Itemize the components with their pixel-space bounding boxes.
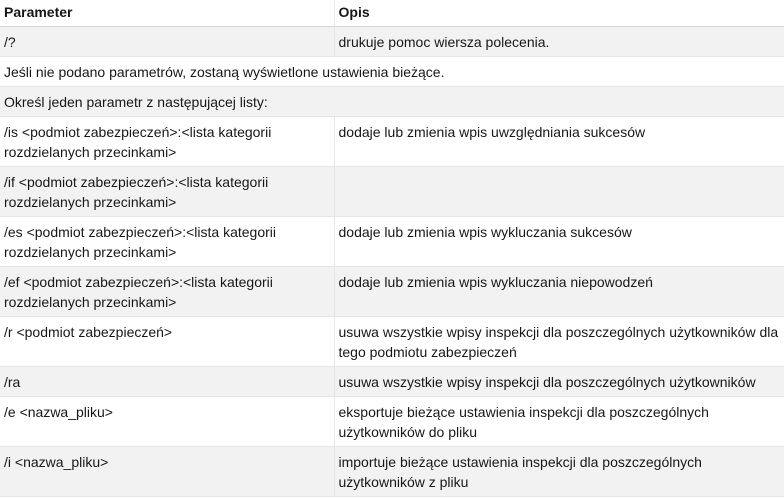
- param-cell: /ef <podmiot zabezpieczeń>:<lista katego…: [0, 266, 335, 317]
- description-cell: dodaje lub zmienia wpis wykluczania niep…: [334, 266, 784, 317]
- parameters-table: Parameter Opis /? drukuje pomoc wiersza …: [0, 0, 784, 497]
- table-row: /ef <podmiot zabezpieczeń>:<lista katego…: [0, 266, 784, 317]
- header-parameter: Parameter: [0, 0, 335, 27]
- param-cell: /r <podmiot zabezpieczeń>: [0, 316, 335, 367]
- param-cell: /e <nazwa_pliku>: [0, 396, 335, 447]
- description-cell: [334, 166, 784, 217]
- table-row: /is <podmiot zabezpieczeń>:<lista katego…: [0, 116, 784, 167]
- param-cell: /es <podmiot zabezpieczeń>:<lista katego…: [0, 216, 335, 267]
- description-cell: eksportuje bieżące ustawienia inspekcji …: [334, 396, 784, 447]
- table-row: Określ jeden parametr z następującej lis…: [0, 86, 784, 117]
- param-cell: /i <nazwa_pliku>: [0, 446, 335, 497]
- description-cell: importuje bieżące ustawienia inspekcji d…: [334, 446, 784, 497]
- description-cell: dodaje lub zmienia wpis uwzględniania su…: [334, 116, 784, 167]
- note-cell: Jeśli nie podano parametrów, zostaną wyś…: [0, 56, 784, 87]
- param-cell: /ra: [0, 366, 335, 397]
- param-cell: /?: [0, 26, 335, 57]
- description-cell: drukuje pomoc wiersza polecenia.: [334, 26, 784, 57]
- table-row: /? drukuje pomoc wiersza polecenia.: [0, 26, 784, 57]
- table-row: Jeśli nie podano parametrów, zostaną wyś…: [0, 56, 784, 87]
- table-header-row: Parameter Opis: [0, 0, 784, 27]
- header-description: Opis: [334, 0, 784, 27]
- table-row: /es <podmiot zabezpieczeń>:<lista katego…: [0, 216, 784, 267]
- table-row: /i <nazwa_pliku> importuje bieżące ustaw…: [0, 446, 784, 497]
- table-row: /r <podmiot zabezpieczeń> usuwa wszystki…: [0, 316, 784, 367]
- note-cell: Określ jeden parametr z następującej lis…: [0, 86, 784, 117]
- table-row: /ra usuwa wszystkie wpisy inspekcji dla …: [0, 366, 784, 397]
- param-cell: /if <podmiot zabezpieczeń>:<lista katego…: [0, 166, 335, 217]
- table-row: /if <podmiot zabezpieczeń>:<lista katego…: [0, 166, 784, 217]
- description-cell: usuwa wszystkie wpisy inspekcji dla posz…: [334, 316, 784, 367]
- table-row: /e <nazwa_pliku> eksportuje bieżące usta…: [0, 396, 784, 447]
- description-cell: dodaje lub zmienia wpis wykluczania sukc…: [334, 216, 784, 267]
- param-cell: /is <podmiot zabezpieczeń>:<lista katego…: [0, 116, 335, 167]
- description-cell: usuwa wszystkie wpisy inspekcji dla posz…: [334, 366, 784, 397]
